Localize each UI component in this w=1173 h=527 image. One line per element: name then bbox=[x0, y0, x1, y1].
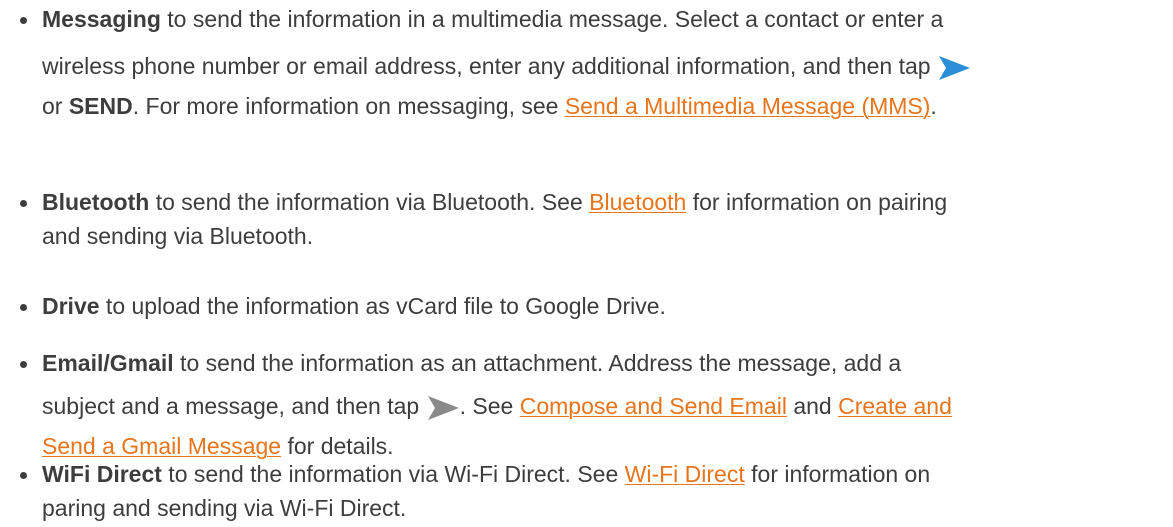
bullet-dot bbox=[20, 304, 27, 311]
bullet-dot bbox=[20, 17, 27, 24]
link-bluetooth[interactable]: Bluetooth bbox=[589, 189, 686, 215]
item-line: WiFi Direct to send the information via … bbox=[42, 457, 930, 491]
item-line: or SEND. For more information on messagi… bbox=[42, 89, 971, 123]
item-line: Email/Gmail to send the information as a… bbox=[42, 346, 952, 380]
item-term-send: SEND bbox=[68, 93, 133, 119]
item-text: . bbox=[930, 93, 937, 119]
item-text: . See bbox=[459, 393, 520, 419]
item-term: Drive bbox=[42, 293, 100, 319]
link-create-gmail-part1[interactable]: Create and bbox=[838, 393, 952, 419]
item-text: wireless phone number or email address, … bbox=[42, 53, 931, 79]
item-text: to send the information via Wi-Fi Direct… bbox=[161, 461, 625, 487]
item-text: to send the information as an attachment… bbox=[173, 350, 902, 376]
send-arrow-blue-icon bbox=[937, 54, 971, 82]
list-item-drive: Drive to upload the information as vCard… bbox=[12, 289, 666, 323]
item-line: Bluetooth to send the information via Bl… bbox=[42, 185, 947, 219]
list-item-wifi-direct: WiFi Direct to send the information via … bbox=[12, 457, 930, 525]
item-text: and bbox=[786, 393, 839, 419]
item-line: Messaging to send the information in a m… bbox=[42, 2, 971, 36]
item-text: to upload the information as vCard file … bbox=[99, 293, 666, 319]
item-line: subject and a message, and then tap . Se… bbox=[42, 384, 952, 429]
item-term: Bluetooth bbox=[42, 189, 150, 215]
item-term: WiFi Direct bbox=[42, 461, 162, 487]
item-text: paring and sending via Wi-Fi Direct. bbox=[42, 495, 407, 521]
list-item-email-gmail: Email/Gmail to send the information as a… bbox=[12, 346, 952, 463]
bullet-dot bbox=[20, 472, 27, 479]
item-text: for details. bbox=[281, 433, 394, 459]
item-line: wireless phone number or email address, … bbox=[42, 44, 971, 89]
item-term: Email/Gmail bbox=[42, 350, 174, 376]
list-item-messaging: Messaging to send the information in a m… bbox=[12, 2, 971, 123]
item-text: subject and a message, and then tap bbox=[42, 393, 426, 419]
link-send-mms[interactable]: Send a Multimedia Message (MMS) bbox=[565, 93, 931, 119]
link-wifi-direct[interactable]: Wi-Fi Direct bbox=[625, 461, 745, 487]
item-text: to send the information in a multimedia … bbox=[160, 6, 944, 32]
link-create-gmail-part2[interactable]: Send a Gmail Message bbox=[42, 433, 281, 459]
item-text: . For more information on messaging, see bbox=[132, 93, 565, 119]
item-line: and sending via Bluetooth. bbox=[42, 219, 947, 253]
item-text: for information on pairing bbox=[686, 189, 948, 215]
item-line: Drive to upload the information as vCard… bbox=[42, 289, 666, 323]
item-text: to send the information via Bluetooth. S… bbox=[149, 189, 590, 215]
item-text: for information on bbox=[744, 461, 931, 487]
item-term: Messaging bbox=[42, 6, 161, 32]
bullet-dot bbox=[20, 200, 27, 207]
item-text: and sending via Bluetooth. bbox=[42, 223, 314, 249]
send-arrow-gray-icon bbox=[426, 394, 460, 422]
list-item-bluetooth: Bluetooth to send the information via Bl… bbox=[12, 185, 947, 253]
link-compose-send-email[interactable]: Compose and Send Email bbox=[520, 393, 787, 419]
item-text: or bbox=[42, 93, 69, 119]
bullet-dot bbox=[20, 361, 27, 368]
item-line: paring and sending via Wi-Fi Direct. bbox=[42, 491, 930, 525]
